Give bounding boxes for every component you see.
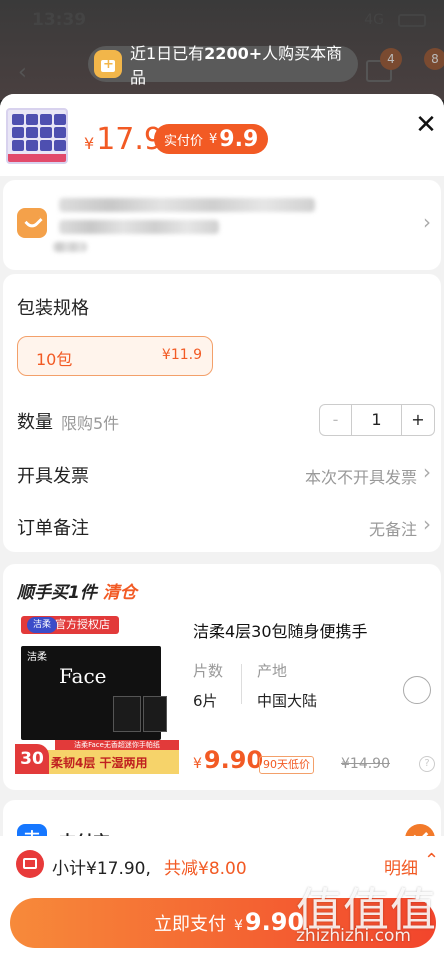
attr-origin-value: 中国大陆 <box>257 692 318 710</box>
tissue-pack <box>143 696 167 732</box>
spec-option-selected[interactable]: 10包 ¥11.9 <box>17 336 213 376</box>
real-price-label: 实付价 <box>164 133 204 149</box>
increment-button[interactable]: + <box>402 405 434 435</box>
tissue-pack <box>113 696 141 732</box>
shopping-bag-icon <box>94 50 122 78</box>
spec-label: 包装规格 <box>17 298 89 319</box>
addon-card: 顺手买1件 清仓 洁柔 官方授权店 洁柔 Face 洁柔Face无香超迷你手帕纸… <box>3 564 441 790</box>
options-card: 包装规格 10包 ¥11.9 数量 限购5件 - 1 + 开具发票 本次不开具发… <box>3 274 441 552</box>
attr-origin-label: 产地 <box>257 662 288 680</box>
cart-badge: 4 <box>380 48 402 70</box>
addon-product-image[interactable]: 洁柔 官方授权店 洁柔 Face 洁柔Face无香超迷你手帕纸 柔韧4层 干湿两… <box>15 616 179 776</box>
image-bottom-text: 柔韧4层 干湿两用 <box>51 756 148 770</box>
address-redacted-line <box>59 198 315 212</box>
real-price-badge: 实付价 ¥ 9.9 <box>154 124 269 154</box>
checkout-sheet: ¥17.9 实付价 ¥ 9.9 ✕ › 包装规格 10包 ¥11.9 数量 限购… <box>0 94 444 955</box>
image-strip-text: 洁柔Face无香超迷你手帕纸 <box>55 740 179 750</box>
real-price-currency: ¥ <box>209 131 218 147</box>
promo-count: 2200+ <box>204 44 263 63</box>
attr-count-label: 片数 <box>193 662 224 680</box>
promo-text: 近1日已有2200+人购买本商品 <box>130 40 358 88</box>
pay-button-currency: ¥ <box>234 918 243 934</box>
back-arrow-icon: ‹ <box>18 60 27 85</box>
chevron-right-icon[interactable]: › <box>423 460 431 484</box>
battery-icon <box>398 14 426 27</box>
attr-divider <box>241 664 242 704</box>
auth-tag-text: 官方授权店 <box>55 618 110 631</box>
sheet-header: ¥17.9 实付价 ¥ 9.9 ✕ <box>0 94 444 176</box>
chevron-up-icon[interactable]: ⌃ <box>424 850 439 871</box>
pack-count-badge: 30 <box>15 744 49 774</box>
invoice-value[interactable]: 本次不开具发票 <box>305 464 417 488</box>
price-value: 17.9 <box>96 122 163 157</box>
addon-title-highlight: 清仓 <box>102 583 137 603</box>
discount-text: 共减¥8.00 <box>164 859 247 879</box>
note-value[interactable]: 无备注 <box>369 516 417 540</box>
chevron-right-icon: › <box>423 210 431 234</box>
original-price: ¥14.90 <box>341 756 390 772</box>
address-redacted-line <box>59 220 219 234</box>
quantity-limit: 限购5件 <box>61 414 120 433</box>
watermark-url: zhizhizhi.com <box>296 926 411 946</box>
addon-price: ¥9.90 <box>193 746 263 774</box>
subtotal-text: 小计¥17.90, <box>52 859 151 879</box>
receipt-icon <box>16 850 44 878</box>
close-icon[interactable]: ✕ <box>412 112 440 140</box>
status-bar: 13:39 4G <box>0 8 444 32</box>
addon-select-radio[interactable] <box>403 676 431 704</box>
attr-count-value: 6片 <box>193 692 218 710</box>
official-store-tag: 洁柔 官方授权店 <box>21 616 119 634</box>
addon-product-name[interactable]: 洁柔4层30包随身便携手 <box>193 618 368 642</box>
product-price: ¥17.9 <box>84 122 163 157</box>
status-time: 13:39 <box>32 10 87 30</box>
box-brand: 洁柔 <box>27 652 47 663</box>
quantity-stepper[interactable]: - 1 + <box>319 404 435 436</box>
addon-price-value: 9.90 <box>203 746 264 774</box>
address-redacted-line <box>53 242 87 252</box>
chevron-right-icon[interactable]: › <box>423 512 431 536</box>
info-icon[interactable]: ? <box>419 756 435 772</box>
price-currency: ¥ <box>84 134 95 153</box>
real-price-value: 9.9 <box>219 126 259 152</box>
network-indicator: 4G <box>364 12 384 28</box>
promo-prefix: 近1日已有 <box>129 44 205 63</box>
spec-option-price: ¥11.9 <box>161 347 202 363</box>
note-label: 订单备注 <box>17 518 89 539</box>
addon-title-prefix: 顺手买1件 <box>17 583 97 603</box>
box-text: Face <box>59 664 107 688</box>
pay-button-label: 立即支付 <box>154 914 226 935</box>
address-card[interactable]: › <box>3 180 441 270</box>
invoice-label: 开具发票 <box>17 466 89 487</box>
spec-option-name: 10包 <box>36 350 73 369</box>
low-price-tag: 90天低价 <box>259 756 314 774</box>
pay-button-content: 立即支付 ¥9.90 <box>154 908 304 936</box>
brand-logo: 洁柔 <box>27 617 57 633</box>
quantity-label: 数量 <box>17 412 53 433</box>
product-thumbnail[interactable] <box>6 108 68 164</box>
quantity-value[interactable]: 1 <box>352 405 402 435</box>
more-badge: 8 <box>424 48 444 70</box>
address-icon <box>17 208 47 238</box>
decrement-button[interactable]: - <box>320 405 352 435</box>
addon-title: 顺手买1件 清仓 <box>17 578 137 603</box>
addon-price-currency: ¥ <box>193 756 202 772</box>
promo-banner: 近1日已有2200+人购买本商品 <box>88 44 358 87</box>
